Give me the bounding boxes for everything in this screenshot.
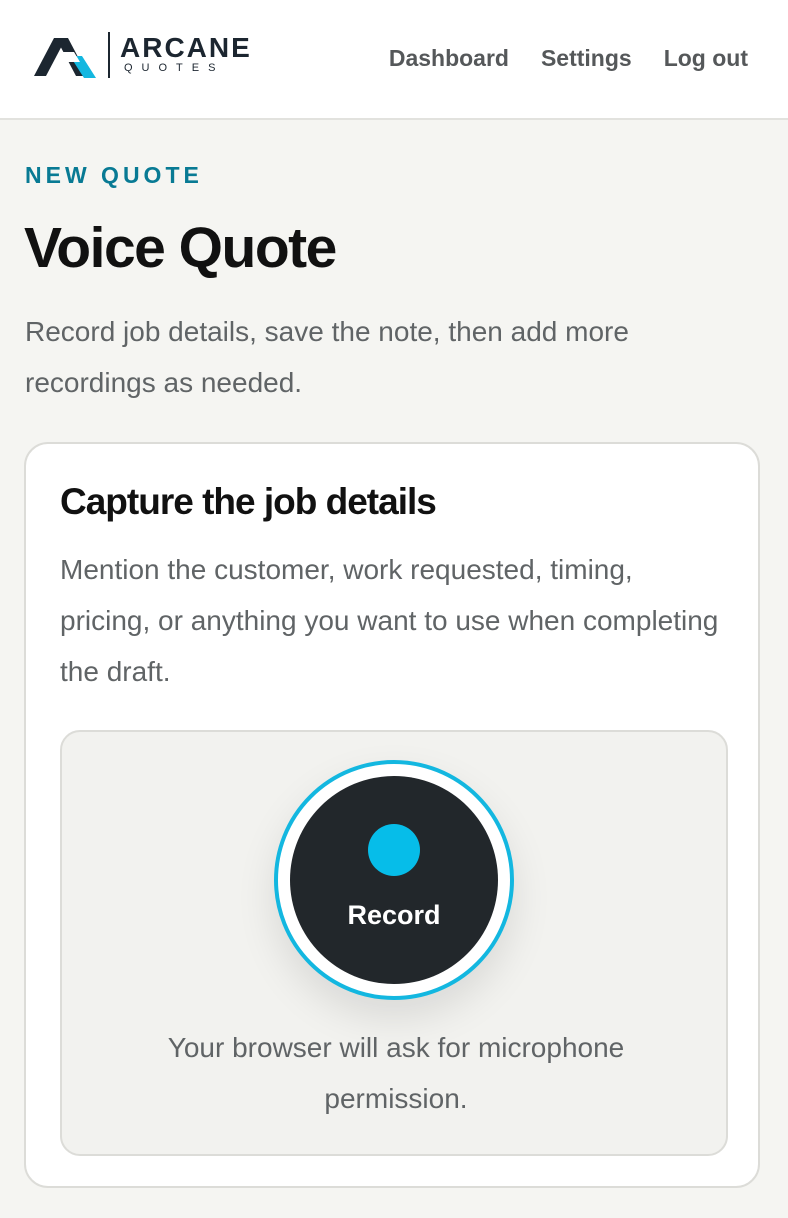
record-button-label: Record bbox=[347, 900, 441, 930]
logo-mark-icon bbox=[34, 38, 96, 78]
nav-logout-link[interactable]: Log out bbox=[664, 42, 748, 74]
top-bar: ARCANE QUOTES Dashboard Settings Log out bbox=[0, 0, 788, 120]
record-button-ring: Record bbox=[274, 760, 514, 1000]
capture-card: Capture the job details Mention the cust… bbox=[24, 442, 760, 1188]
nav-dashboard-link[interactable]: Dashboard bbox=[389, 42, 509, 74]
main-nav: Dashboard Settings Log out bbox=[389, 42, 748, 74]
arcane-quotes-logo[interactable]: ARCANE QUOTES bbox=[32, 30, 272, 82]
logo-wordmark: ARCANE bbox=[120, 32, 252, 63]
recorder-panel: Record Your browser will ask for microph… bbox=[60, 730, 728, 1156]
microphone-permission-note: Your browser will ask for microphone per… bbox=[167, 1032, 625, 1114]
page-intro: Record job details, save the note, then … bbox=[25, 316, 629, 398]
page-eyebrow: NEW QUOTE bbox=[25, 162, 203, 188]
card-title: Capture the job details bbox=[60, 481, 437, 522]
nav-settings-link[interactable]: Settings bbox=[541, 42, 632, 74]
record-button[interactable]: Record bbox=[290, 776, 498, 984]
record-dot-icon bbox=[368, 824, 420, 876]
logo-divider bbox=[108, 32, 110, 78]
card-description: Mention the customer, work requested, ti… bbox=[60, 554, 719, 687]
page-title: Voice Quote bbox=[24, 216, 337, 280]
logo-tagline: QUOTES bbox=[124, 62, 225, 74]
